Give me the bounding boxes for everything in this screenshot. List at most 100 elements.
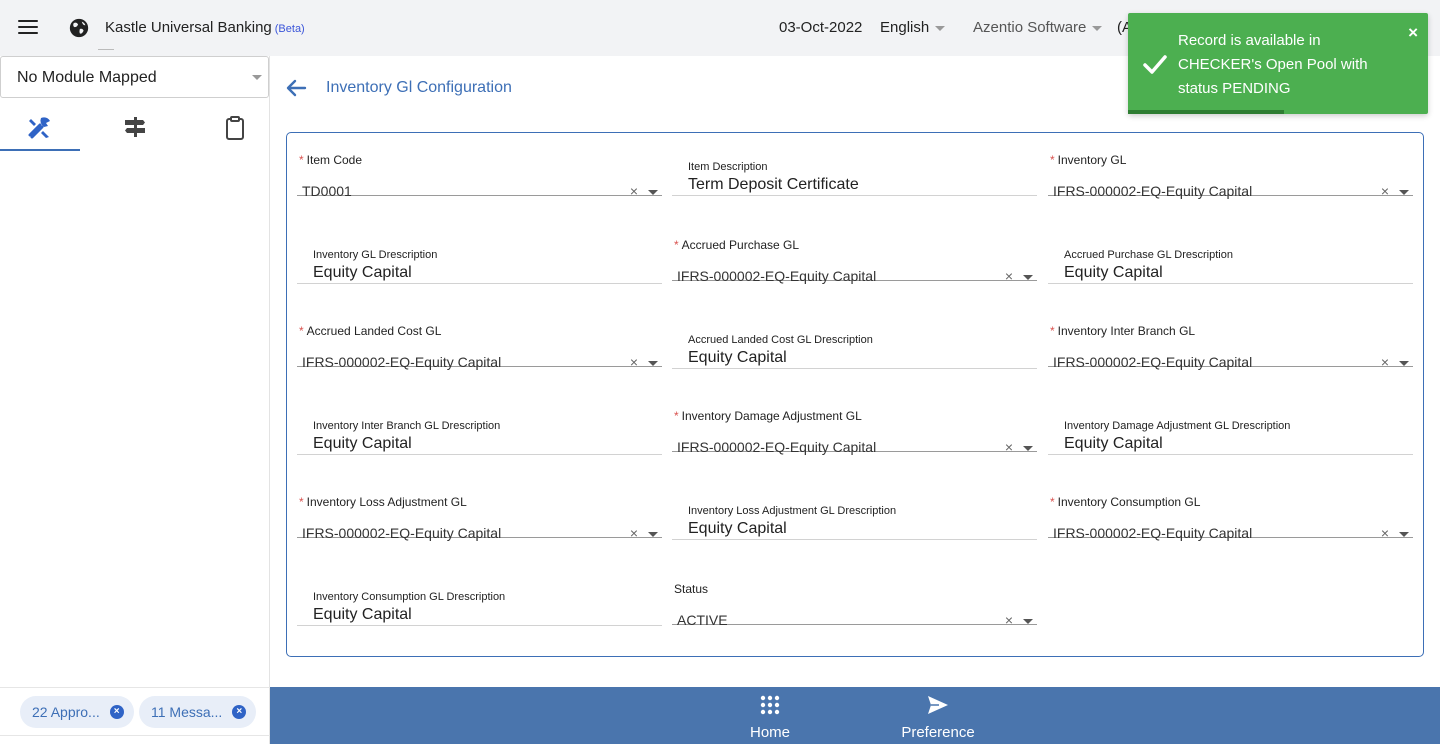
clear-icon[interactable]: × [1381, 354, 1389, 370]
field-value: Equity Capital [688, 349, 787, 366]
field-value: IFRS-000002-EQ-Equity Capital [1053, 183, 1253, 199]
send-icon [928, 696, 948, 714]
language-selector[interactable]: English [880, 19, 946, 36]
divider [98, 49, 114, 50]
app-title: Kastle Universal Banking (Beta) [105, 19, 305, 36]
grid-icon [760, 695, 780, 715]
clear-icon[interactable]: × [1005, 439, 1013, 455]
chevron-down-icon[interactable] [648, 532, 658, 537]
close-icon[interactable]: × [109, 705, 124, 719]
chevron-down-icon [252, 75, 262, 80]
inventory-consumption-gl-description-field: Inventory Consumption GL Drescription Eq… [297, 570, 662, 626]
back-arrow-icon[interactable] [285, 78, 307, 98]
field-value: ACTIVE [677, 612, 728, 628]
inventory-consumption-gl-select[interactable]: * Inventory Consumption GL IFRS-000002-EQ… [1048, 482, 1413, 541]
field-label: * Inventory Inter Branch GL [1050, 324, 1196, 338]
hamburger-menu-icon[interactable] [18, 20, 38, 36]
field-value: IFRS-000002-EQ-Equity Capital [302, 354, 502, 370]
clear-icon[interactable]: × [1005, 268, 1013, 284]
page-title: Inventory Gl Configuration [326, 79, 512, 96]
field-value: Equity Capital [1064, 435, 1163, 452]
checkmark-icon [1143, 55, 1167, 74]
chevron-down-icon[interactable] [648, 190, 658, 195]
chevron-down-icon [1092, 25, 1103, 31]
field-label: * Inventory Damage Adjustment GL [674, 409, 862, 423]
chevron-down-icon[interactable] [1399, 361, 1409, 366]
tab-tools[interactable] [0, 111, 80, 151]
field-value: TD0001 [302, 183, 352, 199]
inventory-damage-adjustment-gl-select[interactable]: * Inventory Damage Adjustment GL IFRS-000… [672, 396, 1037, 455]
signpost-icon [125, 117, 145, 137]
field-value: IFRS-000002-EQ-Equity Capital [1053, 354, 1253, 370]
accrued-purchase-gl-select[interactable]: * Accrued Purchase GL IFRS-000002-EQ-Equi… [672, 225, 1037, 284]
inventory-loss-adjustment-gl-description-field: Inventory Loss Adjustment GL Drescriptio… [672, 484, 1037, 540]
approvals-chip[interactable]: 22 Appro... × [20, 696, 134, 728]
item-description-field: Item Description Term Deposit Certificat… [672, 140, 1037, 196]
chevron-down-icon[interactable] [1399, 532, 1409, 537]
field-label: * Inventory Consumption GL [1050, 495, 1201, 509]
clear-icon[interactable]: × [630, 525, 638, 541]
inventory-gl-select[interactable]: * Inventory GL IFRS-000002-EQ-Equity Capi… [1048, 140, 1413, 199]
tab-signpost[interactable] [95, 111, 175, 151]
close-icon[interactable]: × [232, 705, 247, 719]
beta-badge: (Beta) [274, 23, 305, 35]
status-select[interactable]: Status ACTIVE × [672, 569, 1037, 628]
chevron-down-icon[interactable] [1399, 190, 1409, 195]
divider [0, 735, 270, 736]
form-panel: * Item Code TD0001 × Item Description Ter… [286, 132, 1424, 657]
field-label: * Item Code [299, 153, 363, 167]
field-label: * Accrued Landed Cost GL [299, 324, 442, 338]
clear-icon[interactable]: × [1381, 183, 1389, 199]
field-label: Item Description [688, 161, 768, 173]
field-value: IFRS-000002-EQ-Equity Capital [302, 525, 502, 541]
field-label: Inventory Damage Adjustment GL Drescript… [1064, 420, 1291, 432]
messages-chip[interactable]: 11 Messa... × [139, 696, 257, 728]
field-value: IFRS-000002-EQ-Equity Capital [677, 268, 877, 284]
field-value: IFRS-000002-EQ-Equity Capital [1053, 525, 1253, 541]
chevron-down-icon[interactable] [1023, 446, 1033, 451]
field-label: * Inventory Loss Adjustment GL [299, 495, 467, 509]
field-value: Equity Capital [313, 264, 412, 281]
chevron-down-icon[interactable] [1023, 619, 1033, 624]
nav-home-label: Home [749, 724, 790, 741]
inventory-inter-branch-gl-description-field: Inventory Inter Branch GL Drescription E… [297, 399, 662, 455]
clear-icon[interactable]: × [1381, 525, 1389, 541]
globe-icon[interactable] [68, 17, 90, 39]
field-label: Accrued Landed Cost GL Drescription [688, 334, 873, 346]
field-label: Inventory Consumption GL Drescription [313, 591, 506, 603]
sidebar-tabs [0, 111, 270, 151]
field-value: Term Deposit Certificate [688, 176, 859, 193]
field-value: Equity Capital [313, 606, 412, 623]
chevron-down-icon[interactable] [648, 361, 658, 366]
accrued-landed-cost-gl-description-field: Accrued Landed Cost GL Drescription Equi… [672, 313, 1037, 369]
field-label: * Accrued Purchase GL [674, 238, 800, 252]
toast-message: Record is available in CHECKER's Open Po… [1178, 32, 1368, 97]
close-icon[interactable]: × [1408, 23, 1418, 43]
inventory-inter-branch-gl-select[interactable]: * Inventory Inter Branch GL IFRS-000002-E… [1048, 311, 1413, 370]
module-select[interactable]: No Module Mapped [0, 56, 269, 98]
chevron-down-icon[interactable] [1023, 275, 1033, 280]
tools-icon [28, 117, 50, 139]
bottom-nav-bar: Home Preference [270, 687, 1440, 744]
business-date: 03-Oct-2022 [779, 19, 863, 36]
organization-selector[interactable]: Azentio Software [973, 19, 1103, 36]
clear-icon[interactable]: × [630, 183, 638, 199]
nav-preference-button[interactable]: Preference [893, 695, 983, 741]
chevron-down-icon [935, 25, 946, 31]
field-value: Equity Capital [313, 435, 412, 452]
sidebar: No Module Mapped 22 Appro... × 11 Messa..… [0, 56, 270, 744]
nav-home-button[interactable]: Home [725, 695, 815, 741]
clear-icon[interactable]: × [630, 354, 638, 370]
divider [0, 687, 270, 688]
inventory-loss-adjustment-gl-select[interactable]: * Inventory Loss Adjustment GL IFRS-00000… [297, 482, 662, 541]
accrued-landed-cost-gl-select[interactable]: * Accrued Landed Cost GL IFRS-000002-EQ-E… [297, 311, 662, 370]
clear-icon[interactable]: × [1005, 612, 1013, 628]
accrued-purchase-gl-description-field: Accrued Purchase GL Drescription Equity … [1048, 228, 1413, 284]
field-label: * Inventory GL [1050, 153, 1127, 167]
tab-clipboard[interactable] [195, 111, 275, 151]
field-label: Inventory Loss Adjustment GL Drescriptio… [688, 505, 897, 517]
field-value: IFRS-000002-EQ-Equity Capital [677, 439, 877, 455]
item-code-select[interactable]: * Item Code TD0001 × [297, 140, 662, 199]
field-label: Inventory Inter Branch GL Drescription [313, 420, 501, 432]
inventory-damage-adjustment-gl-description-field: Inventory Damage Adjustment GL Drescript… [1048, 399, 1413, 455]
